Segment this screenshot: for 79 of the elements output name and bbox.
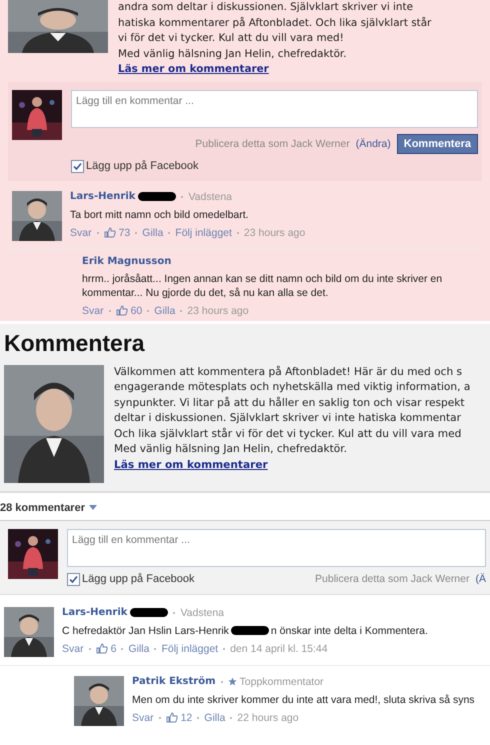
dropdown-caret-icon[interactable] xyxy=(89,505,97,510)
publish-as-text: Publicera detta som Jack Werner xyxy=(195,138,350,150)
comment-field[interactable]: Lägg till en kommentar ... xyxy=(71,90,478,128)
change-link[interactable]: (Ändra) xyxy=(356,138,391,150)
intro-text: andra som deltar i diskussionen. Självklart skriver vi inte xyxy=(118,0,414,15)
separator-dot xyxy=(197,716,200,718)
comment-field[interactable]: Lägg till en kommentar ... xyxy=(67,528,486,566)
thumbs-up-icon xyxy=(166,712,178,723)
separator-dot xyxy=(230,716,232,718)
intro-text: vi för det vi tycker. Kul att du vill vara med! xyxy=(118,31,345,46)
section-heading: Kommentera xyxy=(0,324,490,358)
separator-dot xyxy=(181,196,184,198)
separator-dot xyxy=(121,648,124,650)
separator-dot xyxy=(96,232,99,234)
read-more-link[interactable]: Läs mer om kommentarer xyxy=(114,458,268,473)
intro-text: synpunkter. Vi litar på att du håller en saklig ton och visar respekt xyxy=(114,396,466,410)
separator-dot xyxy=(154,648,156,650)
reply-link[interactable]: Svar xyxy=(82,304,104,316)
like-link[interactable]: Gilla xyxy=(142,226,164,238)
timestamp: 23 hours ago xyxy=(244,226,306,238)
intro-text: Med vänlig hälsning Jan Helin, chefredaktör. xyxy=(114,442,348,457)
thumbs-up-icon xyxy=(104,227,116,238)
star-icon xyxy=(228,677,237,686)
separator-dot xyxy=(168,232,170,234)
change-link[interactable]: (Ä xyxy=(476,573,486,585)
comment-count[interactable]: 28 kommentarer xyxy=(0,502,85,514)
author-link[interactable]: Lars-Henrik xyxy=(70,191,136,202)
intro-text: Med vänlig hälsning Jan Helin, chefredaktör. xyxy=(118,46,348,62)
separator-dot xyxy=(147,310,150,312)
separator-dot xyxy=(236,232,239,234)
separator-dot xyxy=(223,648,226,650)
separator-dot xyxy=(180,310,182,312)
follow-link[interactable]: Följ inlägget xyxy=(175,226,232,238)
separator-dot xyxy=(220,680,223,682)
separator-dot xyxy=(173,612,176,614)
comment-text: hrrm.. joråsåatt... Ingen annan kan se ditt namn och bild om du inte skriver en kommentar... Nu gjorde du det, så nu kan alla se det. xyxy=(82,272,444,300)
intro-text: hatiska kommentarer på Aftonbladet. Och lika självklart står xyxy=(118,16,432,30)
separator-dot xyxy=(88,648,91,650)
reply-link[interactable]: Svar xyxy=(62,642,84,654)
thumbs-up-icon xyxy=(116,305,128,316)
like-count: 6 xyxy=(110,642,116,654)
checkmark-icon xyxy=(73,162,82,170)
like-link[interactable]: Gilla xyxy=(128,642,150,654)
comment-text: Men om du inte skriver kommer du inte att vara med!, sluta skriva så syns xyxy=(132,692,475,706)
thumbs-up-icon xyxy=(96,643,108,654)
reply-link[interactable]: Svar xyxy=(70,226,92,238)
comment-text: Ta bort mitt namn och bild omedelbart. xyxy=(70,208,249,222)
redaction-mark xyxy=(230,626,269,635)
intro-text: deltar i diskussionen. Självklart skriver vi inte hatiska kommentar xyxy=(114,411,462,426)
location-text: Vadstena xyxy=(188,190,232,202)
badge-text: Toppkommentator xyxy=(240,676,324,688)
comment-text: C hefredaktör Jan Hslin Lars-Henrik xyxy=(62,624,229,638)
author-link[interactable]: Erik Magnusson xyxy=(82,256,172,266)
timestamp: 22 hours ago xyxy=(237,712,299,724)
separator-dot xyxy=(135,232,138,234)
timestamp: den 14 april kl. 15:44 xyxy=(230,642,328,654)
comment-text: n önskar inte delta i Kommentera. xyxy=(270,624,428,638)
timestamp: 23 hours ago xyxy=(187,304,249,316)
share-checkbox[interactable]: Lägg upp på Facebook xyxy=(67,572,195,586)
read-more-link[interactable]: Läs mer om kommentarer xyxy=(118,62,269,78)
share-checkbox[interactable]: Lägg upp på Facebook xyxy=(71,160,478,172)
comment-button[interactable]: Kommentera xyxy=(396,134,478,154)
author-link[interactable]: Patrik Ekström xyxy=(132,676,216,687)
intro-text: Välkommen att kommentera på Aftonbladet! Här är du med och s xyxy=(114,364,464,380)
separator-dot xyxy=(158,716,161,718)
location-text: Vadstena xyxy=(180,606,224,618)
intro-text: engagerande mötesplats och nyhetskälla med viktig information, a xyxy=(114,380,470,395)
like-count: 12 xyxy=(180,712,192,724)
author-link[interactable]: Lars-Henrik xyxy=(62,607,128,618)
publish-as-text: Publicera detta som Jack Werner xyxy=(315,573,470,585)
reply-link[interactable]: Svar xyxy=(132,712,154,724)
like-count: 73 xyxy=(118,226,130,238)
like-count: 60 xyxy=(130,304,142,316)
like-link[interactable]: Gilla xyxy=(204,712,226,724)
like-link[interactable]: Gilla xyxy=(154,304,176,316)
follow-link[interactable]: Följ inlägget xyxy=(161,642,218,654)
checkmark-icon xyxy=(69,574,78,584)
separator-dot xyxy=(108,310,111,312)
intro-text: Och lika självklart står vi för det vi tycker. Kul att du vill vara med xyxy=(114,426,462,442)
